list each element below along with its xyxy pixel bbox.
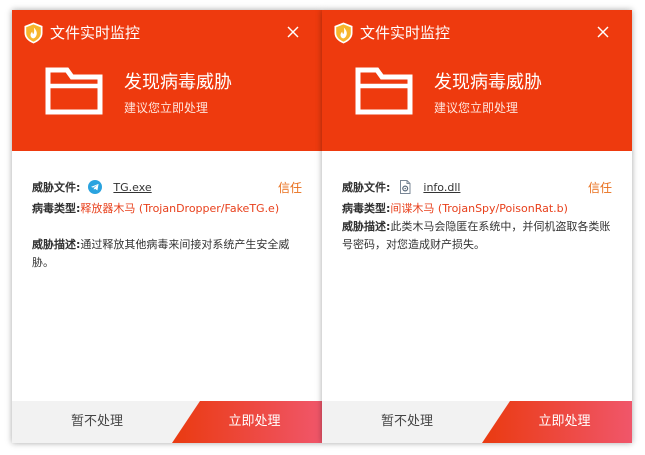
threat-file-name[interactable]: info.dll bbox=[423, 181, 460, 194]
virus-type-label: 病毒类型: bbox=[32, 202, 81, 215]
threat-file-label: 威胁文件: bbox=[342, 181, 391, 194]
virus-type-value: 间谍木马 (TrojanSpy/PoisonRat.b) bbox=[390, 202, 568, 215]
threat-details: 威胁文件: info.dll 信任 病毒类型:间谍木马 (TrojanSpy/P… bbox=[322, 151, 632, 401]
threat-popup-right: 文件实时监控 发现病毒威胁 建议您立即处理 威胁文件: info.dll 信任 … bbox=[322, 10, 632, 443]
threat-details: 威胁文件: TG.exe 信任 病毒类型:释放器木马 (TrojanDroppe… bbox=[12, 151, 322, 401]
virus-type-value: 释放器木马 (TrojanDropper/FakeTG.e) bbox=[80, 202, 280, 215]
ignore-button[interactable]: 暂不处理 bbox=[322, 401, 492, 443]
alert-subheading: 建议您立即处理 bbox=[124, 101, 209, 115]
popup-footer: 暂不处理 立即处理 bbox=[322, 401, 632, 443]
threat-description-row: 威胁描述:此类木马会隐匿在系统中，并伺机盗取各类账号密码，对您造成财产损失。 bbox=[342, 218, 614, 254]
screen: 文件实时监控 发现病毒威胁 建议您立即处理 威胁文件: TG.exe 信任 病毒… bbox=[0, 0, 645, 455]
folder-icon bbox=[45, 67, 103, 115]
threat-description-label: 威胁描述: bbox=[342, 220, 391, 233]
alert-subheading: 建议您立即处理 bbox=[434, 101, 519, 115]
folder-icon bbox=[355, 67, 413, 115]
trust-link[interactable]: 信任 bbox=[278, 179, 302, 197]
popup-header: 文件实时监控 发现病毒威胁 建议您立即处理 bbox=[12, 10, 322, 151]
shield-icon bbox=[334, 22, 353, 44]
ignore-button[interactable]: 暂不处理 bbox=[12, 401, 182, 443]
shield-icon bbox=[24, 22, 43, 44]
virus-type-label: 病毒类型: bbox=[342, 202, 391, 215]
document-gear-icon bbox=[399, 180, 411, 194]
popup-footer: 暂不处理 立即处理 bbox=[12, 401, 322, 443]
telegram-icon bbox=[87, 180, 102, 194]
handle-now-button[interactable]: 立即处理 bbox=[197, 401, 312, 443]
alert-heading: 发现病毒威胁 bbox=[434, 72, 542, 93]
threat-popup-left: 文件实时监控 发现病毒威胁 建议您立即处理 威胁文件: TG.exe 信任 病毒… bbox=[12, 10, 322, 443]
threat-file-label: 威胁文件: bbox=[32, 181, 81, 194]
threat-file-name[interactable]: TG.exe bbox=[113, 181, 151, 194]
app-title: 文件实时监控 bbox=[360, 24, 451, 42]
virus-type-row: 病毒类型:释放器木马 (TrojanDropper/FakeTG.e) bbox=[32, 200, 304, 218]
alert-heading: 发现病毒威胁 bbox=[124, 72, 232, 93]
app-title: 文件实时监控 bbox=[50, 24, 141, 42]
virus-type-row: 病毒类型:间谍木马 (TrojanSpy/PoisonRat.b) bbox=[342, 200, 614, 218]
popup-header: 文件实时监控 发现病毒威胁 建议您立即处理 bbox=[322, 10, 632, 151]
close-icon[interactable] bbox=[283, 22, 303, 42]
threat-description-row: 威胁描述:通过释放其他病毒来间接对系统产生安全威胁。 bbox=[32, 236, 304, 272]
trust-link[interactable]: 信任 bbox=[588, 179, 612, 197]
handle-now-button[interactable]: 立即处理 bbox=[507, 401, 622, 443]
threat-description-label: 威胁描述: bbox=[32, 238, 81, 251]
threat-file-row: 威胁文件: TG.exe bbox=[32, 179, 304, 197]
threat-file-row: 威胁文件: info.dll bbox=[342, 179, 614, 197]
close-icon[interactable] bbox=[593, 22, 613, 42]
